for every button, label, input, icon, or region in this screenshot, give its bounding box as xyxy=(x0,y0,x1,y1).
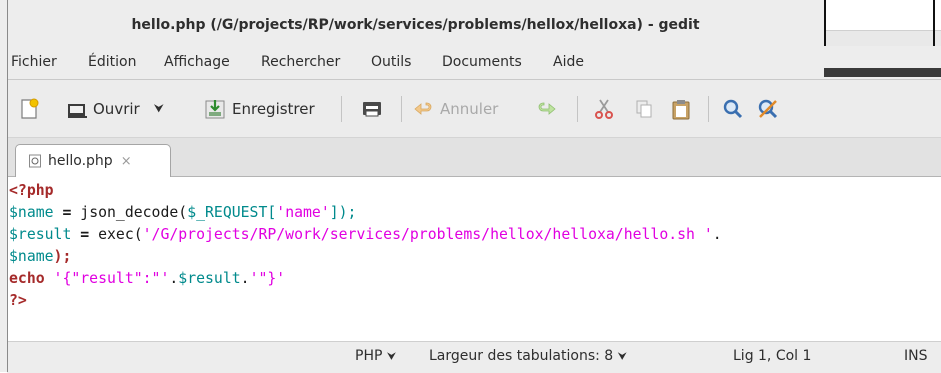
tab-label: hello.php xyxy=(48,153,113,169)
background-window-strip xyxy=(826,30,941,47)
toolbar-separator xyxy=(341,96,342,122)
undo-button[interactable]: Annuler xyxy=(412,80,498,137)
toolbar: Ouvrir ⮟ Enregistrer Annuler xyxy=(7,80,941,138)
undo-arrow-icon xyxy=(414,102,432,115)
new-document-icon xyxy=(21,98,39,119)
save-label: Enregistrer xyxy=(232,99,315,118)
menu-documents[interactable]: Documents xyxy=(442,54,522,70)
copy-icon xyxy=(636,100,652,117)
code-line-3: $result = exec('/G/projects/RP/work/serv… xyxy=(9,226,722,243)
redo-arrow-icon xyxy=(538,102,556,115)
title-bar[interactable]: hello.php (/G/projects/RP/work/services/… xyxy=(7,0,826,47)
window-shadow-edge xyxy=(824,68,941,77)
folder-open-icon xyxy=(68,103,87,118)
new-document-button[interactable] xyxy=(17,80,41,137)
status-bar: PHP ⮟ Largeur des tabulations: 8 ⮟ Lig 1… xyxy=(7,341,941,373)
save-icon xyxy=(205,99,225,118)
menu-affichage[interactable]: Affichage xyxy=(164,54,230,70)
chevron-down-icon: ⮟ xyxy=(617,350,628,363)
open-button[interactable]: Ouvrir ⮟ xyxy=(65,80,164,137)
cursor-position: Lig 1, Col 1 xyxy=(733,348,812,364)
undo-label: Annuler xyxy=(440,99,499,118)
search-replace-icon xyxy=(758,99,778,118)
save-button[interactable]: Enregistrer xyxy=(203,80,315,137)
background-window xyxy=(826,0,941,80)
clipboard-icon xyxy=(672,99,690,119)
copy-button[interactable] xyxy=(632,80,656,137)
menu-rechercher[interactable]: Rechercher xyxy=(261,54,340,70)
window-title: hello.php (/G/projects/RP/work/services/… xyxy=(131,17,700,33)
open-label: Ouvrir xyxy=(93,99,140,118)
cut-button[interactable] xyxy=(592,80,616,137)
menu-aide[interactable]: Aide xyxy=(553,54,584,70)
code-line-5: echo '{"result":"'.$result.'"}' xyxy=(9,270,286,287)
redo-button[interactable] xyxy=(534,80,558,137)
toolbar-separator xyxy=(401,96,402,122)
code-line-4: $name); xyxy=(9,248,72,265)
menu-outils[interactable]: Outils xyxy=(371,54,411,70)
printer-icon xyxy=(363,101,381,116)
chevron-down-icon[interactable]: ⮟ xyxy=(154,101,164,116)
find-replace-button[interactable] xyxy=(756,80,780,137)
print-button[interactable] xyxy=(360,80,384,137)
search-icon xyxy=(723,99,743,118)
code-line-1: <?php xyxy=(9,182,54,199)
toolbar-separator xyxy=(708,96,709,122)
php-file-icon xyxy=(28,154,42,168)
close-icon[interactable]: × xyxy=(121,154,132,169)
code-line-6: ?> xyxy=(9,292,27,309)
tab-hello-php[interactable]: hello.php × xyxy=(15,144,171,177)
toolbar-separator xyxy=(577,96,578,122)
find-button[interactable] xyxy=(721,80,745,137)
scissors-icon xyxy=(595,99,613,119)
menu-edition[interactable]: Édition xyxy=(88,54,136,70)
language-selector[interactable]: PHP ⮟ xyxy=(355,348,396,364)
paste-button[interactable] xyxy=(669,80,693,137)
code-line-2: $name = json_decode($_REQUEST['name']); xyxy=(9,204,357,221)
menu-fichier[interactable]: Fichier xyxy=(11,54,57,70)
insert-mode: INS xyxy=(904,348,928,364)
tab-width-selector[interactable]: Largeur des tabulations: 8 ⮟ xyxy=(429,348,627,364)
chevron-down-icon: ⮟ xyxy=(386,350,397,363)
window-left-border xyxy=(7,0,8,372)
menu-bar: Fichier Édition Affichage Rechercher Out… xyxy=(7,46,941,80)
document-tabs: hello.php × xyxy=(7,138,941,177)
code-editor[interactable]: <?php $name = json_decode($_REQUEST['nam… xyxy=(7,177,941,341)
gedit-window: hello.php (/G/projects/RP/work/services/… xyxy=(0,0,941,373)
